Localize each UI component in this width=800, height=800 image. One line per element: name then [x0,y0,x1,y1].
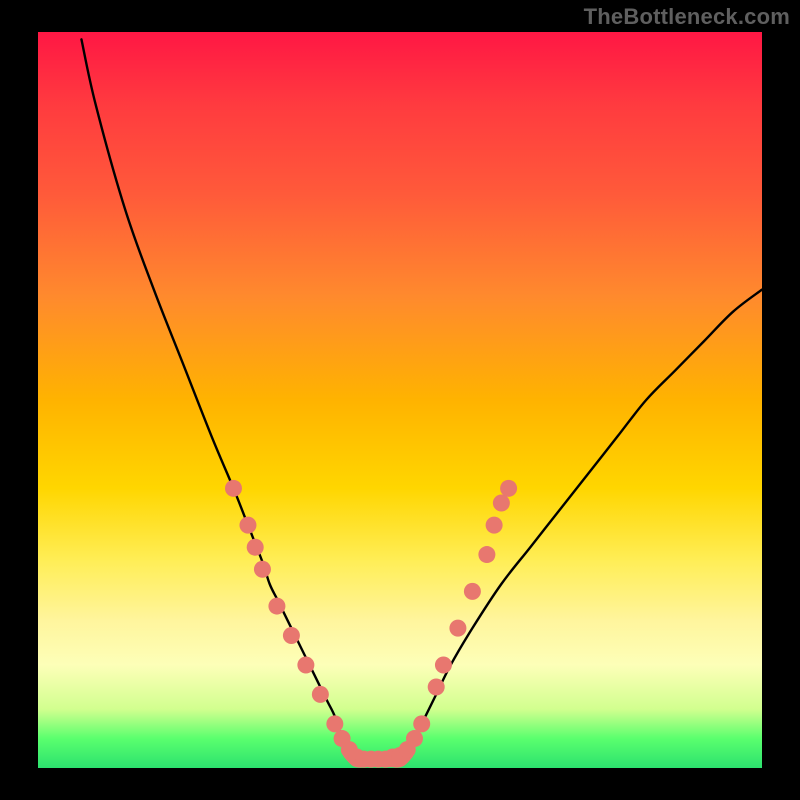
data-marker [326,715,343,732]
data-marker [428,679,445,696]
chart-frame: TheBottleneck.com [0,0,800,800]
chart-svg [38,32,762,768]
watermark-text: TheBottleneck.com [584,4,790,30]
chart-curves-group [81,39,762,761]
data-marker [500,480,517,497]
data-marker [254,561,271,578]
series-left-curve [81,39,349,753]
data-marker [225,480,242,497]
data-marker [464,583,481,600]
data-marker [486,517,503,534]
data-marker [413,715,430,732]
data-marker [312,686,329,703]
data-marker [247,539,264,556]
data-marker [493,495,510,512]
data-marker [406,730,423,747]
chart-plot-area [38,32,762,768]
data-marker [435,656,452,673]
series-right-curve [407,290,762,754]
data-marker [297,656,314,673]
data-marker [239,517,256,534]
data-marker [283,627,300,644]
data-marker [478,546,495,563]
data-marker [268,598,285,615]
data-marker [449,620,466,637]
chart-markers-group [225,480,517,768]
